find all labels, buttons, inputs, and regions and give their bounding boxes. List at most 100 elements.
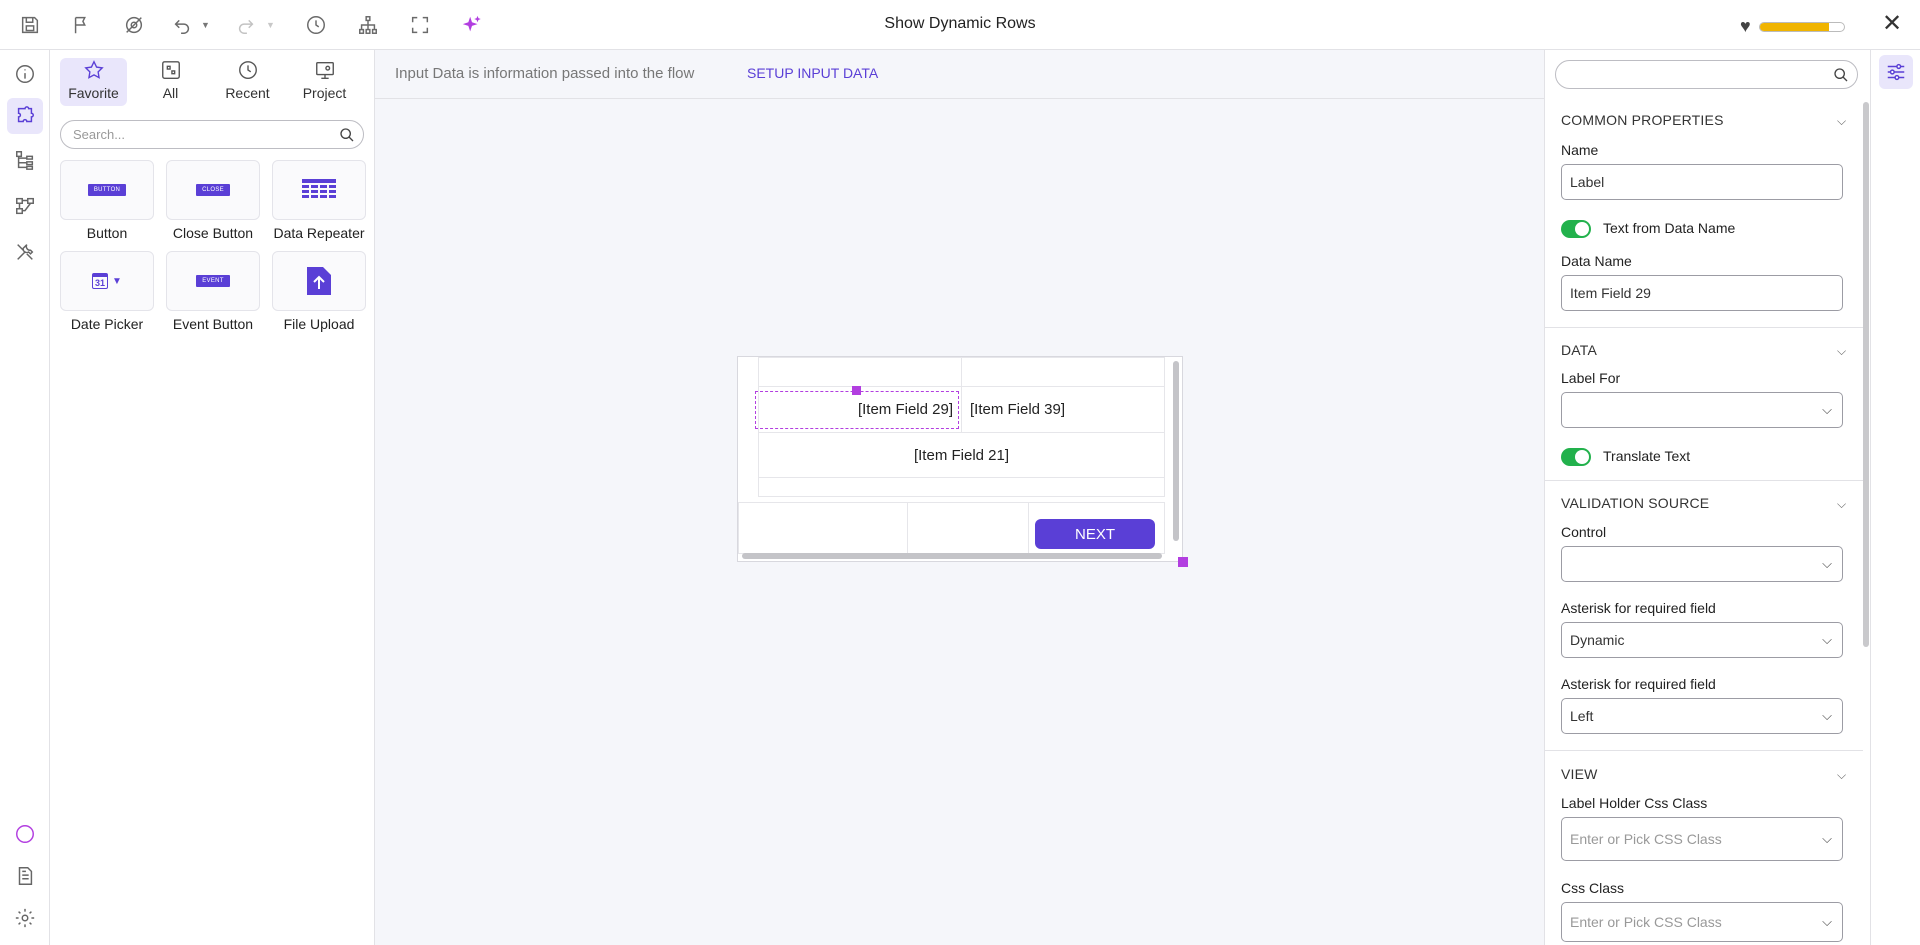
puzzle-icon	[161, 61, 180, 79]
asterisk-dynamic-select[interactable]: Dynamic ⌵	[1561, 622, 1843, 658]
toolbox-search	[60, 120, 364, 149]
selection-outline	[755, 386, 959, 429]
label-holder-css-label: Label Holder Css Class	[1561, 795, 1708, 811]
tab-recent[interactable]: Recent	[214, 58, 281, 106]
horizontal-scrollbar[interactable]	[742, 553, 1162, 559]
properties-scrollbar[interactable]	[1863, 102, 1869, 647]
section-view[interactable]: VIEW	[1561, 766, 1598, 782]
chevron-down-icon[interactable]: ⌵	[1837, 497, 1846, 512]
tab-favorite[interactable]: Favorite	[60, 58, 127, 106]
search-input[interactable]	[73, 121, 333, 148]
name-label: Name	[1561, 142, 1599, 158]
text-from-data-name-label: Text from Data Name	[1603, 220, 1736, 236]
chevron-down-icon: ⌵	[1822, 556, 1832, 571]
vertical-scrollbar[interactable]	[1173, 361, 1179, 541]
chevron-down-icon: ⌵	[1822, 831, 1832, 846]
section-data[interactable]: DATA	[1561, 342, 1597, 358]
component-button[interactable]: BUTTON Button	[60, 160, 154, 241]
component-label: File Upload	[283, 316, 355, 332]
translate-text-label: Translate Text	[1603, 448, 1691, 464]
section-validation-source[interactable]: VALIDATION SOURCE	[1561, 495, 1709, 511]
control-label: Control	[1561, 524, 1607, 540]
section-common-properties[interactable]: COMMON PROPERTIES	[1561, 112, 1724, 128]
file-upload-icon	[307, 267, 331, 295]
component-date-picker[interactable]: 31 ▼ Date Picker	[60, 251, 154, 332]
css-class-field[interactable]: Enter or Pick CSS Class ⌵	[1561, 902, 1843, 942]
chat-icon[interactable]	[13, 822, 37, 846]
components-icon[interactable]	[7, 98, 43, 134]
tab-label: Recent	[225, 85, 270, 101]
sliders-icon[interactable]	[1879, 55, 1913, 89]
grid-cell[interactable]	[961, 357, 1165, 387]
data-name-label: Data Name	[1561, 253, 1632, 269]
properties-search	[1555, 60, 1858, 89]
properties-panel: COMMON PROPERTIES ⌵ Name Label Text from…	[1544, 50, 1870, 945]
grid-cell[interactable]	[907, 502, 1029, 554]
health-bar	[1758, 21, 1845, 32]
document-icon[interactable]	[13, 864, 37, 888]
heart-icon: ♥	[1740, 16, 1751, 36]
data-name-field[interactable]: Item Field 29	[1561, 275, 1843, 311]
asterisk-value: Dynamic	[1570, 632, 1625, 648]
close-button-icon: CLOSE	[196, 184, 230, 196]
input-data-info: Input Data is information passed into th…	[395, 65, 695, 82]
search-icon[interactable]	[1833, 67, 1849, 88]
item-field-21-label[interactable]: [Item Field 21]	[758, 432, 1165, 478]
tab-label: All	[162, 85, 179, 101]
asterisk-position-select[interactable]: Left ⌵	[1561, 698, 1843, 734]
component-file-upload[interactable]: File Upload	[272, 251, 366, 332]
component-grid: BUTTON Button CLOSE Close Button Data Re…	[60, 160, 366, 332]
control-select[interactable]: ⌵	[1561, 546, 1843, 582]
tab-project[interactable]: Project	[291, 58, 358, 106]
project-icon	[315, 61, 334, 79]
chevron-down-icon[interactable]: ⌵	[1837, 114, 1846, 129]
css-placeholder: Enter or Pick CSS Class	[1570, 914, 1722, 930]
setup-input-data-link[interactable]: SETUP INPUT DATA	[747, 65, 878, 81]
chevron-down-icon[interactable]: ⌵	[1837, 344, 1846, 359]
tab-label: Project	[302, 85, 347, 101]
component-label: Data Repeater	[273, 225, 365, 241]
name-field[interactable]: Label	[1561, 164, 1843, 200]
asterisk-label: Asterisk for required field	[1561, 600, 1716, 616]
label-for-label: Label For	[1561, 370, 1621, 386]
grid-cell[interactable]	[758, 357, 962, 387]
tools-icon[interactable]	[13, 240, 37, 264]
star-icon	[83, 60, 104, 79]
search-icon[interactable]	[339, 127, 355, 148]
tab-all[interactable]: All	[137, 58, 204, 106]
next-button[interactable]: NEXT	[1035, 519, 1155, 549]
label-holder-css-field[interactable]: Enter or Pick CSS Class ⌵	[1561, 817, 1843, 861]
left-rail	[0, 50, 50, 945]
flow-icon[interactable]	[13, 194, 37, 218]
form-preview: [Item Field 29] [Item Field 39] [Item Fi…	[737, 356, 1188, 567]
tab-label: Favorite	[68, 85, 119, 101]
css-placeholder: Enter or Pick CSS Class	[1570, 831, 1722, 847]
component-data-repeater[interactable]: Data Repeater	[272, 160, 366, 241]
settings-gear-icon[interactable]	[13, 906, 37, 930]
text-from-data-name-toggle[interactable]	[1561, 220, 1591, 238]
asterisk-label: Asterisk for required field	[1561, 676, 1716, 692]
item-field-39-label[interactable]: [Item Field 39]	[961, 386, 1165, 433]
chevron-down-icon: ⌵	[1822, 708, 1832, 723]
component-label: Close Button	[172, 225, 254, 241]
input-data-bar: Input Data is information passed into th…	[375, 50, 1544, 99]
grid-cell[interactable]	[738, 502, 908, 554]
component-event-button[interactable]: EVENT Event Button	[166, 251, 260, 332]
grid-cell[interactable]	[758, 477, 1165, 497]
tree-icon[interactable]	[13, 148, 37, 172]
properties-search-input[interactable]	[1568, 61, 1828, 88]
top-toolbar: ▼ ▼ Show Dynamic Rows ♥ ✕	[0, 0, 1920, 50]
selection-handle[interactable]	[852, 386, 861, 395]
info-icon[interactable]	[13, 62, 37, 86]
close-icon[interactable]: ✕	[1882, 12, 1902, 36]
label-for-select[interactable]: ⌵	[1561, 392, 1843, 428]
divider	[1545, 327, 1863, 328]
divider	[1545, 750, 1863, 751]
event-button-icon: EVENT	[196, 275, 230, 287]
component-close-button[interactable]: CLOSE Close Button	[166, 160, 260, 241]
chevron-down-icon[interactable]: ⌵	[1837, 768, 1846, 783]
toolbox-tabs: Favorite All Recent Project	[60, 58, 358, 106]
translate-text-toggle[interactable]	[1561, 448, 1591, 466]
page-title: Show Dynamic Rows	[884, 15, 1036, 32]
resize-handle[interactable]	[1178, 557, 1188, 567]
